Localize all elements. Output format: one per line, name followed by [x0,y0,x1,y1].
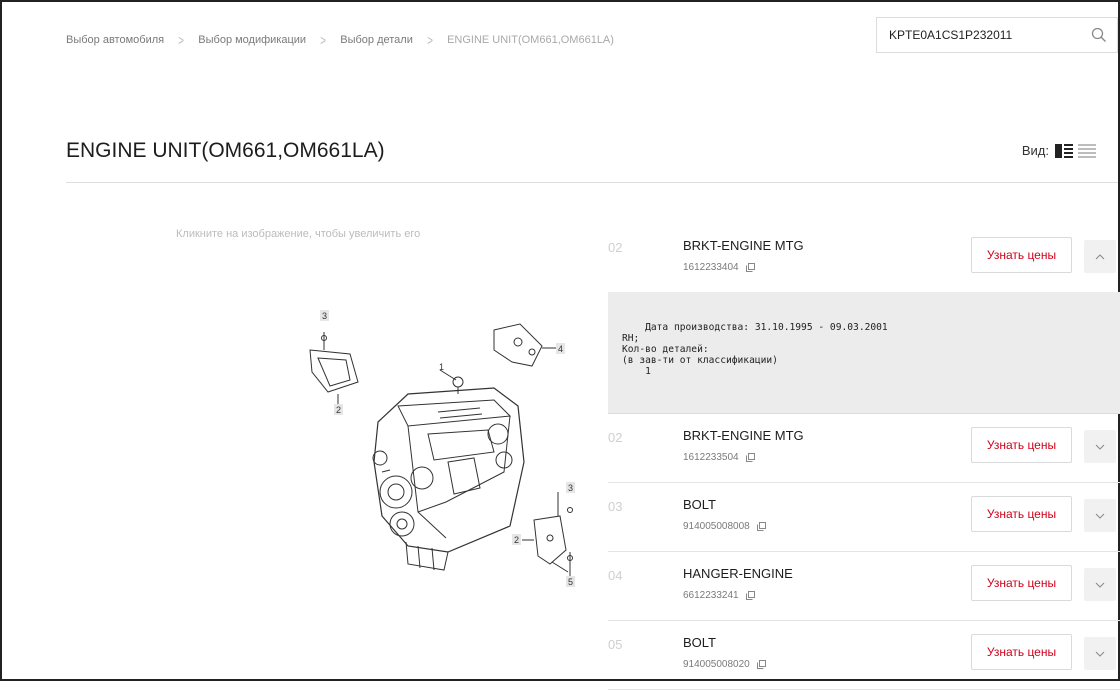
collapse-button[interactable] [1084,240,1116,273]
part-row: 03 BOLT 914005008008 Узнать цены [608,483,1120,552]
get-prices-button[interactable]: Узнать цены [971,496,1072,532]
part-code-text: 914005008008 [683,521,750,532]
image-zoom-hint: Кликните на изображение, чтобы увеличить… [176,228,421,240]
part-detail-panel: Дата производства: 31.10.1995 - 09.03.20… [608,292,1120,414]
get-prices-button[interactable]: Узнать цены [971,565,1072,601]
copy-icon[interactable] [756,522,766,531]
chevron-down-icon [1095,651,1105,657]
part-code: 6612233241 [683,590,755,601]
get-prices-button[interactable]: Узнать цены [971,634,1072,670]
chevron-down-icon [1095,582,1105,588]
callout-1: 1 [439,362,444,372]
part-number: 04 [608,568,623,583]
callout-3: 3 [568,483,573,493]
vin-search-input[interactable] [887,27,1071,43]
engine-diagram-image[interactable]: 3 2 1 4 3 2 5 [298,302,598,592]
part-code: 1612233504 [683,452,755,463]
part-name: BOLT [683,635,716,650]
view-label: Вид: [1021,143,1049,158]
part-number: 03 [608,499,623,514]
view-switch: Вид: [1022,143,1096,158]
part-number: 02 [608,240,623,255]
list-with-image-view-icon[interactable] [1055,143,1073,158]
part-number: 02 [608,430,623,445]
part-code-text: 914005008020 [683,659,750,670]
part-row: 04 HANGER-ENGINE 6612233241 Узнать цены [608,552,1120,621]
expand-button[interactable] [1084,430,1116,463]
chevron-right-icon: > [320,32,327,48]
crumb-part-selection[interactable]: Выбор детали [340,34,413,46]
part-name: BRKT-ENGINE MTG [683,238,804,253]
copy-icon[interactable] [745,263,755,272]
part-code: 914005008008 [683,521,766,532]
part-number: 05 [608,637,623,652]
part-detail-text: Дата производства: 31.10.1995 - 09.03.20… [622,322,888,377]
get-prices-button[interactable]: Узнать цены [971,237,1072,273]
part-row: 02 BRKT-ENGINE MTG 1612233504 Узнать цен… [608,414,1120,483]
chevron-down-icon [1095,513,1105,519]
list-view-icon[interactable] [1078,143,1096,158]
part-code-text: 1612233404 [683,262,739,273]
callout-2: 2 [514,535,519,545]
part-name: BOLT [683,497,716,512]
breadcrumb: Выбор автомобиля > Выбор модификации > В… [66,32,614,48]
crumb-current: ENGINE UNIT(OM661,OM661LA) [447,34,614,46]
part-row: 05 BOLT 914005008020 Узнать цены [608,621,1120,690]
crumb-car-selection[interactable]: Выбор автомобиля [66,34,164,46]
chevron-down-icon [1095,444,1105,450]
copy-icon[interactable] [745,591,755,600]
title-divider [66,182,1118,183]
chevron-right-icon: > [178,32,185,48]
page-title: ENGINE UNIT(OM661,OM661LA) [66,139,385,162]
part-code: 914005008020 [683,659,766,670]
part-row: 02 BRKT-ENGINE MTG 1612233404 Узнать цен… [608,224,1120,292]
part-code-text: 1612233504 [683,452,739,463]
chevron-up-icon [1095,253,1105,259]
search-icon[interactable] [1091,27,1107,43]
crumb-modification-selection[interactable]: Выбор модификации [198,34,306,46]
parts-list: 02 BRKT-ENGINE MTG 1612233404 Узнать цен… [608,224,1120,690]
callout-4: 4 [558,344,563,354]
callout-3: 3 [322,311,327,321]
part-code: 1612233404 [683,262,755,273]
part-name: BRKT-ENGINE MTG [683,428,804,443]
get-prices-button[interactable]: Узнать цены [971,427,1072,463]
copy-icon[interactable] [756,660,766,669]
copy-icon[interactable] [745,453,755,462]
part-code-text: 6612233241 [683,590,739,601]
vin-search-box [876,17,1118,53]
callout-5: 5 [568,577,573,587]
expand-button[interactable] [1084,568,1116,601]
callout-2: 2 [336,405,341,415]
part-name: HANGER-ENGINE [683,566,793,581]
expand-button[interactable] [1084,637,1116,670]
chevron-right-icon: > [427,32,433,48]
expand-button[interactable] [1084,499,1116,532]
